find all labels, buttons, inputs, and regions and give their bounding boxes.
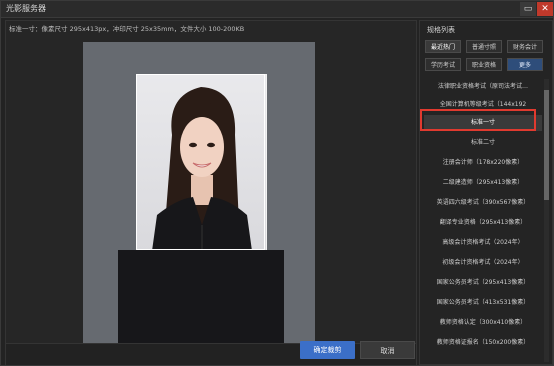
list-item[interactable]: 国家公务员考试（295x413像素） bbox=[424, 275, 542, 291]
spec-list-title: 规格列表 bbox=[427, 26, 455, 34]
title-bar: 光影服务器 ▭ ✕ bbox=[1, 1, 553, 18]
list-item[interactable]: 初级会计资格考试（2024年） bbox=[424, 255, 542, 271]
tab-normal-photo[interactable]: 普通寸照 bbox=[466, 40, 502, 53]
list-item-selected[interactable]: 标准一寸 bbox=[424, 115, 542, 131]
list-item[interactable]: 国家公务员考试（413x531像素） bbox=[424, 295, 542, 311]
tab-finance-accounting[interactable]: 财务会计 bbox=[507, 40, 543, 53]
list-item[interactable]: 教师资格认定（300x410像素） bbox=[424, 315, 542, 331]
preview-panel: 标准一寸：像素尺寸 295x413px，冲印尺寸 25x35mm，文件大小 10… bbox=[5, 20, 417, 365]
tab-recent-popular[interactable]: 最近热门 bbox=[425, 40, 461, 53]
main-window: 光影服务器 ▭ ✕ 标准一寸：像素尺寸 295x413px，冲印尺寸 25x35… bbox=[0, 0, 554, 366]
list-item[interactable]: 翻译专业资格（295x413像素） bbox=[424, 215, 542, 231]
spec-list-panel: 规格列表 最近热门 普通寸照 财务会计 学历考试 职业资格 更多 法律职业资格考… bbox=[419, 20, 553, 365]
list-item[interactable]: 法律职业资格考试（原司法考试… bbox=[424, 79, 542, 95]
list-item[interactable]: 注册会计师（178x220像素） bbox=[424, 155, 542, 171]
photo-outside-crop bbox=[118, 250, 284, 346]
tab-professional-qualification[interactable]: 职业资格 bbox=[466, 58, 502, 71]
list-item[interactable]: 标准二寸 bbox=[424, 135, 542, 151]
list-scrollbar-thumb[interactable] bbox=[544, 90, 549, 200]
tab-academic-exam[interactable]: 学历考试 bbox=[425, 58, 461, 71]
tab-more[interactable]: 更多 bbox=[507, 58, 543, 71]
image-preview-area bbox=[83, 42, 315, 346]
window-title: 光影服务器 bbox=[6, 4, 46, 13]
close-icon[interactable]: ✕ bbox=[537, 2, 553, 16]
portrait-image bbox=[152, 87, 252, 251]
spec-info-text: 标准一寸：像素尺寸 295x413px，冲印尺寸 25x35mm，文件大小 10… bbox=[9, 25, 245, 33]
list-item[interactable]: 高级会计资格考试（2024年） bbox=[424, 235, 542, 251]
list-item[interactable]: 二级建造师（295x413像素） bbox=[424, 175, 542, 191]
spec-list: 法律职业资格考试（原司法考试… 全国计算机等级考试（144x192 标准一寸 标… bbox=[420, 79, 552, 362]
list-item[interactable]: 英语四六级考试（390x567像素） bbox=[424, 195, 542, 211]
cancel-button[interactable]: 取消 bbox=[360, 341, 415, 359]
list-item[interactable]: 教师资格证报名（150x200像素） bbox=[424, 335, 542, 351]
confirm-crop-button[interactable]: 确定裁剪 bbox=[300, 341, 355, 359]
photo-crop-area[interactable] bbox=[136, 74, 267, 252]
minimize-icon[interactable]: ▭ bbox=[520, 2, 536, 16]
list-item[interactable]: 全国计算机等级考试（144x192 bbox=[424, 97, 542, 113]
